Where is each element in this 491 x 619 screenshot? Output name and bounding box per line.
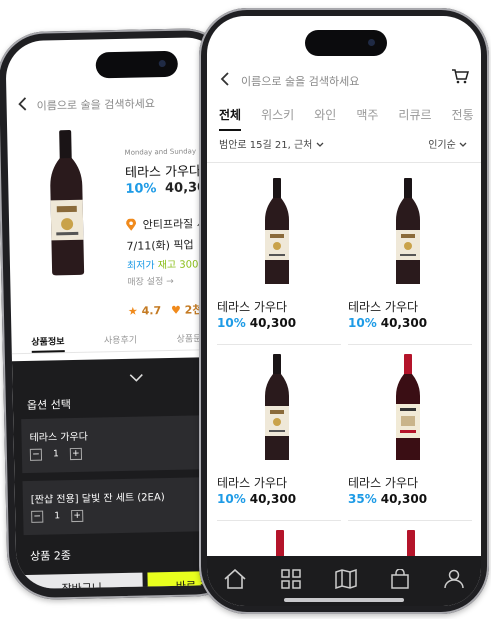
- option-name: 테라스 가우다: [29, 431, 89, 444]
- tab-beer[interactable]: 맥주: [356, 106, 378, 131]
- product-card[interactable]: 테라스 가우다 10% 40,300: [348, 166, 472, 336]
- discount-rate: 10%: [125, 181, 157, 197]
- stock-text: 재고 300: [157, 259, 199, 272]
- tab-all[interactable]: 전체: [219, 106, 242, 131]
- card-divider: [217, 520, 341, 521]
- heart-icon[interactable]: ♥: [171, 304, 181, 317]
- stock-row: 최저가 재고 300: [127, 255, 199, 271]
- options-title: 옵션 선택: [26, 398, 72, 412]
- quantity-stepper[interactable]: − 1 +: [31, 509, 84, 523]
- store-row[interactable]: 안티프라질 서: [126, 215, 207, 233]
- profile-icon[interactable]: [444, 569, 464, 593]
- pickup-date: 7/11(화) 픽업: [126, 238, 194, 253]
- product-price: 10% 40,300: [217, 492, 296, 506]
- product-card[interactable]: 테라스 가우다 35% 40,300: [348, 342, 472, 512]
- tab-traditional[interactable]: 전통: [452, 106, 474, 131]
- wine-bottle-image: [263, 178, 291, 290]
- discount-rate: 35%: [348, 492, 377, 506]
- price-value: 40,300: [380, 316, 428, 330]
- store-name: 안티프라질 서: [142, 217, 207, 232]
- product-list-screen: 이름으로 술을 검색하세요 전체 위스키 와인 맥주 리큐르 전통 범안로 15…: [207, 16, 481, 606]
- minus-icon[interactable]: −: [31, 510, 44, 523]
- product-price: 10% 40,300: [217, 316, 296, 330]
- search-bar[interactable]: 이름으로 술을 검색하세요: [207, 68, 481, 91]
- store-settings-link[interactable]: 매장 설정 →: [127, 274, 174, 288]
- wine-bottle-image: [394, 354, 422, 466]
- product-header-note: Monday and Sunday: [124, 147, 197, 157]
- product-name: 테라스 가우다: [348, 300, 419, 314]
- add-to-cart-button[interactable]: 장바구니: [20, 572, 144, 590]
- product-name: 테라스 가우다: [348, 476, 419, 490]
- price-value: 40,300: [249, 316, 297, 330]
- product-card[interactable]: 테라스 가우다 10% 40,300: [217, 166, 341, 336]
- product-name: 테라스 가우다: [217, 300, 288, 314]
- home-indicator: [284, 598, 404, 602]
- plus-icon[interactable]: +: [71, 509, 84, 523]
- chevron-down-icon: [459, 140, 467, 151]
- list-divider: [207, 162, 481, 163]
- wine-bottle-image: [394, 178, 422, 290]
- card-divider: [348, 520, 472, 521]
- location-pin-icon: [126, 218, 137, 231]
- wine-bottle-image: [263, 354, 291, 466]
- cart-icon[interactable]: [451, 68, 469, 88]
- minus-icon[interactable]: −: [29, 448, 43, 461]
- price-value: 40,300: [249, 492, 297, 506]
- product-name: 테라스 가우다: [124, 164, 202, 181]
- front-phone: 이름으로 술을 검색하세요 전체 위스키 와인 맥주 리큐르 전통 범안로 15…: [199, 8, 489, 614]
- tab-product-info[interactable]: 상품정보: [31, 334, 65, 353]
- product-name: 테라스 가우다: [217, 476, 288, 490]
- product-price: 35% 40,300: [348, 492, 427, 506]
- rating-row: ★ 4.7 ♥ 2천: [128, 301, 203, 319]
- bag-icon[interactable]: [391, 568, 410, 593]
- tab-reviews[interactable]: 사용후기: [104, 333, 137, 352]
- search-bar[interactable]: 이름으로 술을 검색하세요: [6, 91, 224, 117]
- product-card[interactable]: 테라스 가우다 10% 40,300: [217, 342, 341, 512]
- quantity-value: 1: [52, 449, 59, 460]
- dynamic-island: [305, 30, 387, 56]
- grid-icon[interactable]: [280, 569, 301, 593]
- plus-icon[interactable]: +: [69, 447, 83, 461]
- back-arrow-icon[interactable]: [219, 70, 231, 91]
- home-icon[interactable]: [224, 568, 246, 593]
- quantity-value: 1: [54, 511, 61, 522]
- chevron-down-icon: [316, 140, 324, 151]
- wine-bottle-image: [45, 128, 88, 281]
- location-selector[interactable]: 범안로 15길 21, 근처: [219, 136, 324, 151]
- total-items-label: 상품 2종: [29, 549, 72, 563]
- chevron-down-icon[interactable]: [129, 367, 143, 386]
- tab-liqueur[interactable]: 리큐르: [398, 106, 431, 131]
- tab-wine[interactable]: 와인: [314, 106, 336, 131]
- tab-whisky[interactable]: 위스키: [261, 106, 294, 131]
- lowest-price-label: 최저가: [126, 260, 155, 272]
- category-tabs: 전체 위스키 와인 맥주 리큐르 전통: [219, 106, 481, 131]
- discount-rate: 10%: [217, 492, 246, 506]
- sort-selector[interactable]: 인기순: [428, 136, 467, 151]
- search-input[interactable]: 이름으로 술을 검색하세요: [241, 73, 359, 89]
- location-text: 범안로 15길 21, 근처: [219, 140, 313, 151]
- product-price: 10% 40,300: [348, 316, 427, 330]
- rating-value: 4.7: [141, 304, 162, 318]
- quantity-stepper[interactable]: − 1 +: [29, 447, 83, 461]
- dynamic-island: [95, 50, 179, 79]
- sort-text: 인기순: [428, 140, 456, 151]
- price-value: 40,300: [380, 492, 428, 506]
- back-arrow-icon[interactable]: [16, 95, 28, 116]
- search-input[interactable]: 이름으로 술을 검색하세요: [36, 95, 155, 113]
- star-icon: ★: [127, 304, 138, 318]
- discount-rate: 10%: [348, 316, 377, 330]
- map-icon[interactable]: [335, 568, 357, 593]
- option-name: [짠샵 전용] 달빛 잔 세트 (2EA): [30, 492, 165, 506]
- discount-rate: 10%: [217, 316, 246, 330]
